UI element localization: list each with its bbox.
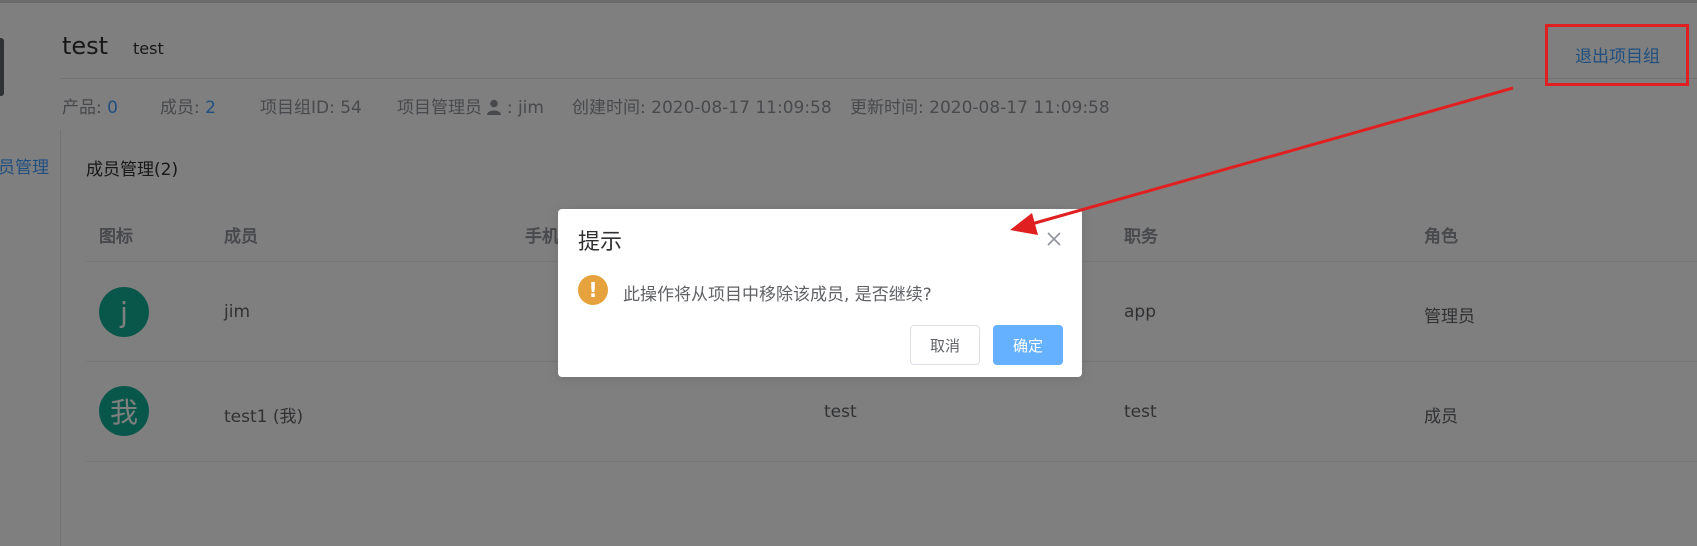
confirm-dialog: 提示 ! 此操作将从项目中移除该成员, 是否继续? 取消 确定 bbox=[558, 209, 1082, 377]
confirm-button[interactable]: 确定 bbox=[993, 325, 1063, 365]
annotation-highlight-box bbox=[1545, 24, 1689, 86]
dialog-title: 提示 bbox=[578, 230, 623, 255]
cancel-button[interactable]: 取消 bbox=[910, 325, 980, 365]
dialog-message: 此操作将从项目中移除该成员, 是否继续? bbox=[623, 285, 932, 305]
warning-icon: ! bbox=[578, 275, 608, 305]
close-icon[interactable] bbox=[1046, 231, 1062, 247]
